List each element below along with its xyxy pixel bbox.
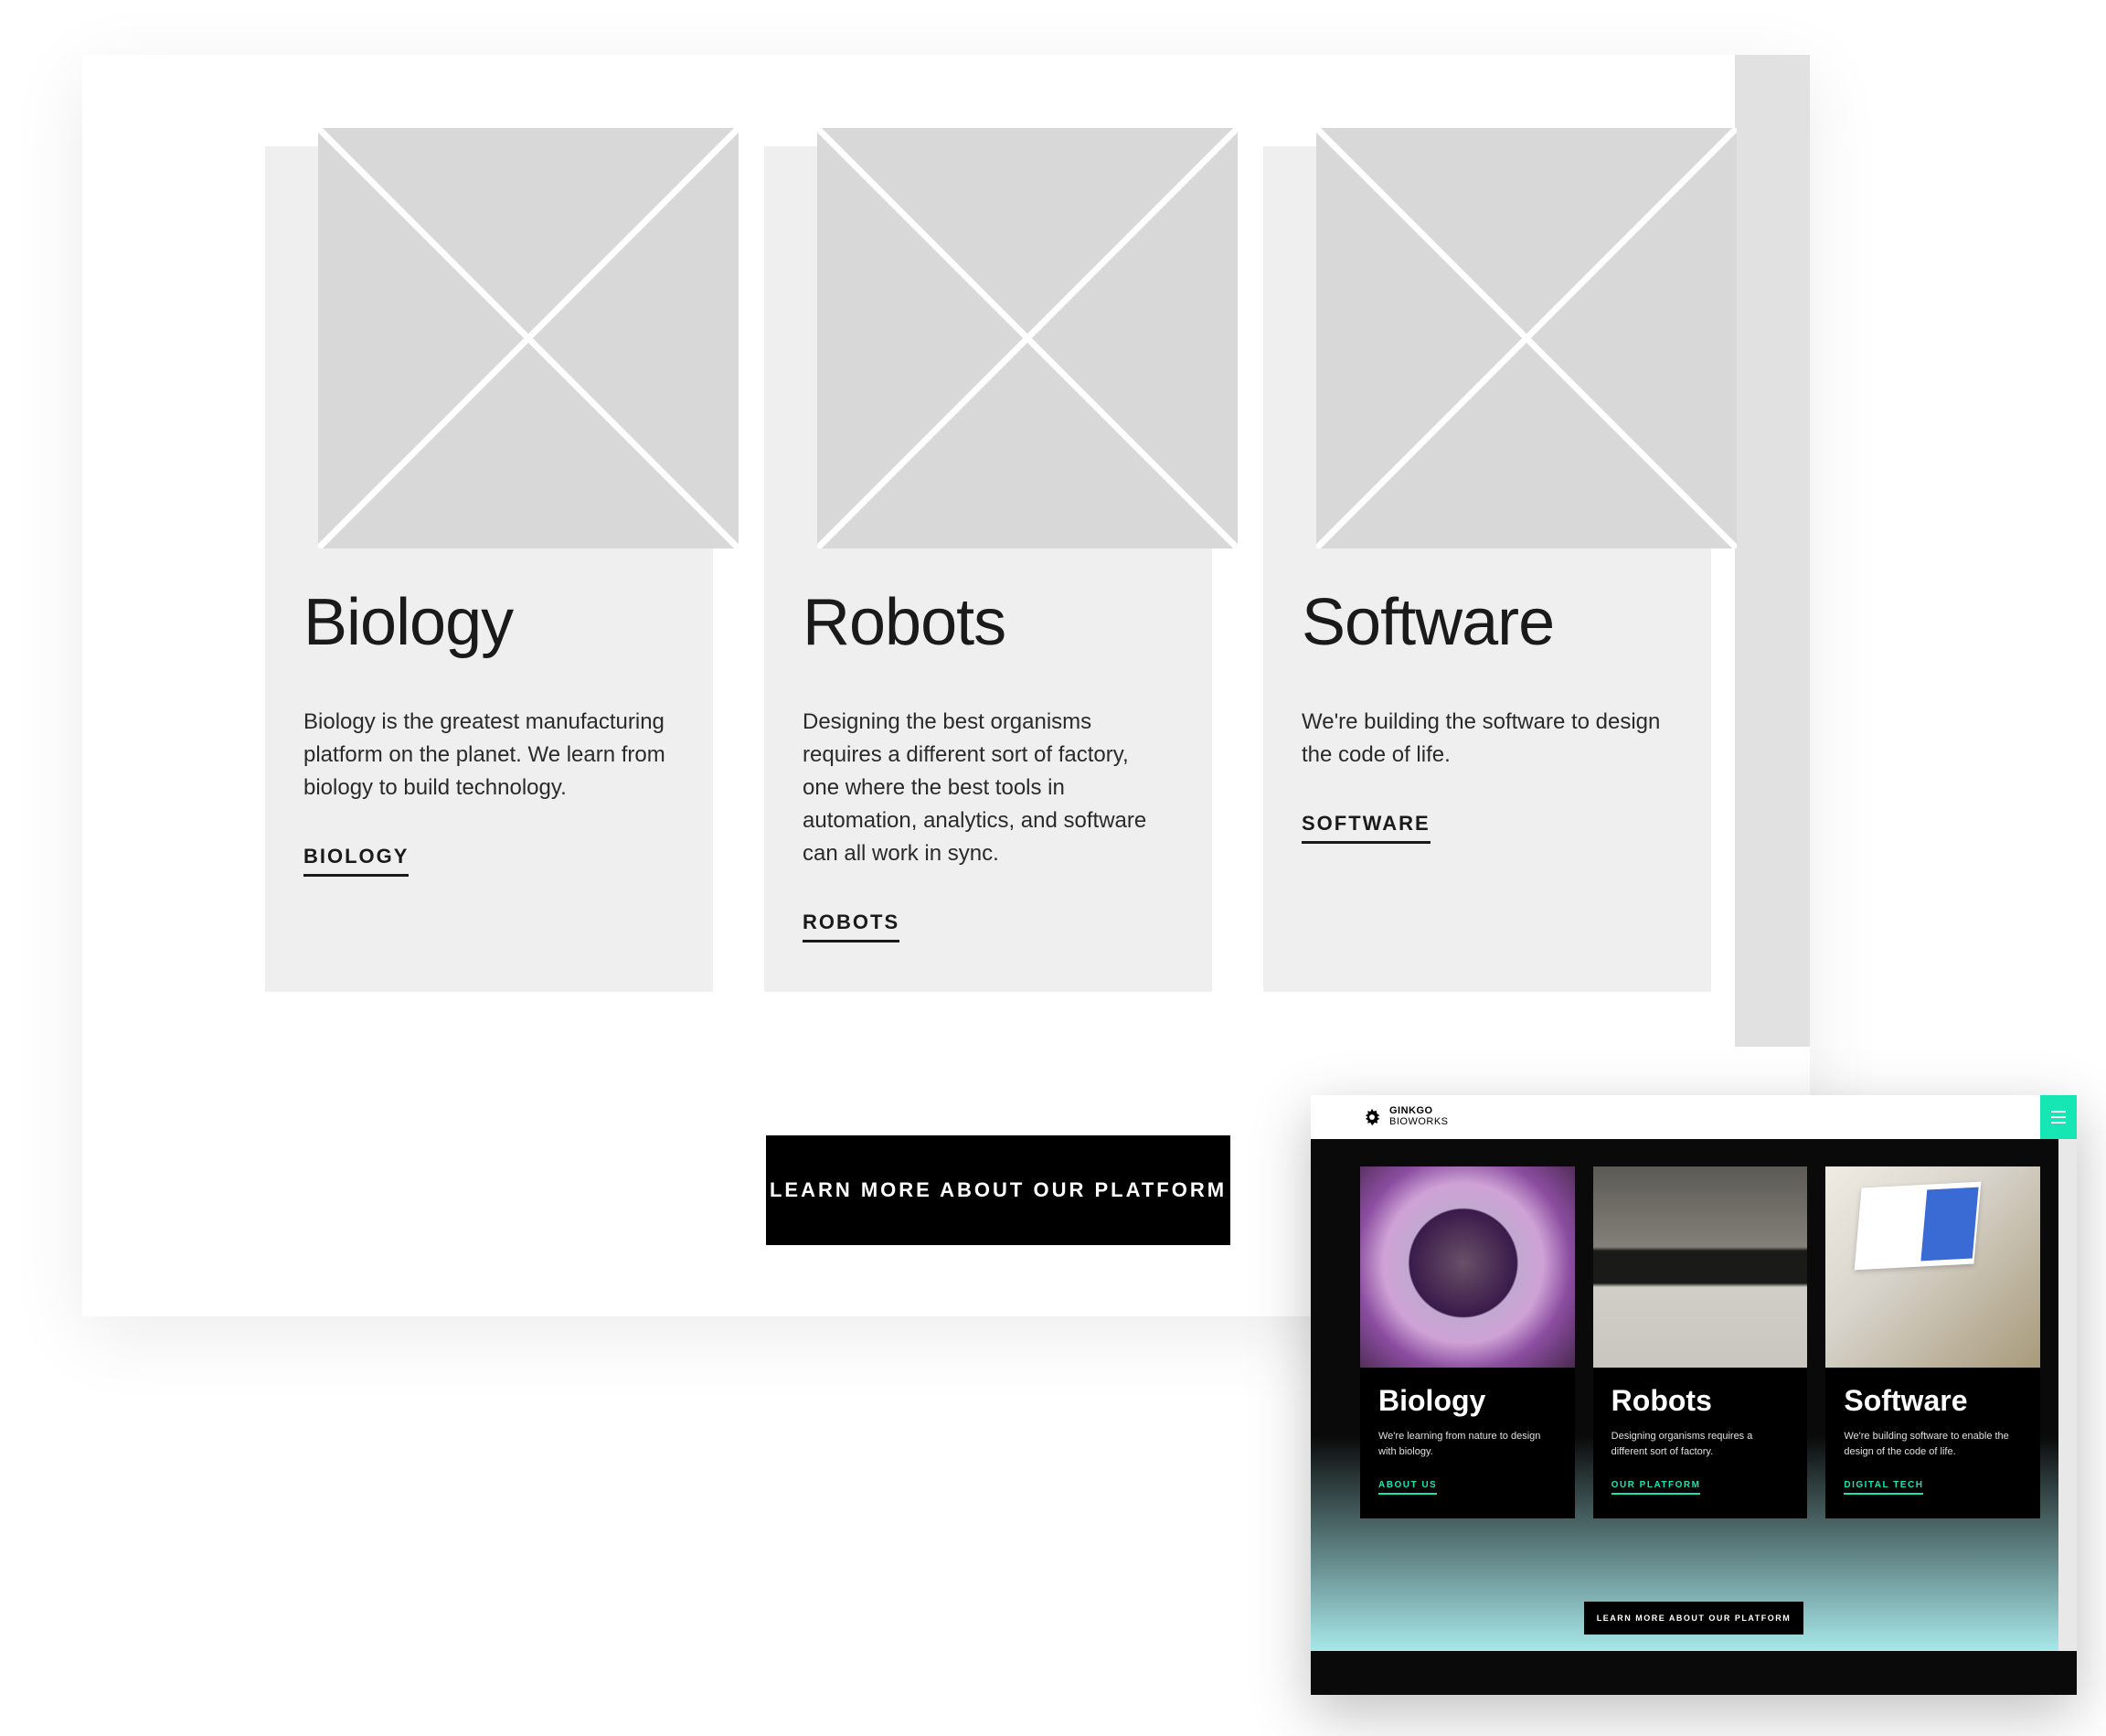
card-description: We're learning from nature to design wit… (1378, 1429, 1557, 1459)
brand-line1: GINKGO (1389, 1105, 1433, 1116)
image-placeholder (817, 128, 1238, 548)
preview-image-biology (1360, 1166, 1575, 1368)
preview-image-robots (1593, 1166, 1808, 1368)
preview-cards-row: Biology We're learning from nature to de… (1360, 1166, 2040, 1518)
link-about-us[interactable]: ABOUT US (1378, 1480, 1437, 1495)
card-link-software[interactable]: SOFTWARE (1302, 812, 1431, 844)
preview-header: GINKGO BIOWORKS (1311, 1095, 2077, 1139)
wireframe-sidebar-placeholder (1735, 55, 1810, 1047)
wireframe-cards-row: Biology Biology is the greatest manufact… (265, 146, 1711, 992)
wireframe-card-software: Software We're building the software to … (1263, 146, 1711, 992)
card-description: We're building software to enable the de… (1844, 1429, 2022, 1459)
preview-sidebar (2058, 1139, 2077, 1651)
hamburger-icon (2051, 1111, 2066, 1113)
image-placeholder (1316, 128, 1737, 548)
card-link-biology[interactable]: BIOLOGY (303, 845, 409, 877)
preview-cta-button[interactable]: LEARN MORE ABOUT OUR PLATFORM (1584, 1602, 1803, 1635)
card-description: Biology is the greatest manufacturing pl… (303, 706, 669, 804)
hamburger-menu-button[interactable] (2040, 1095, 2077, 1139)
brand-line2: BIOWORKS (1389, 1117, 1449, 1128)
card-title: Software (1302, 585, 1673, 660)
preview-card-robots: Robots Designing organisms requires a di… (1593, 1166, 1808, 1518)
link-our-platform[interactable]: OUR PLATFORM (1611, 1480, 1701, 1495)
preview-card-biology: Biology We're learning from nature to de… (1360, 1166, 1575, 1518)
wireframe-card-robots: Robots Designing the best organisms requ… (764, 146, 1212, 992)
card-link-robots[interactable]: ROBOTS (803, 911, 899, 943)
brand-name: GINKGO BIOWORKS (1389, 1106, 1449, 1127)
preview-image-software (1825, 1166, 2040, 1368)
preview-card-software: Software We're building software to enab… (1825, 1166, 2040, 1518)
brand-logo[interactable]: GINKGO BIOWORKS (1362, 1106, 1449, 1127)
image-placeholder (318, 128, 739, 548)
card-title: Robots (1611, 1384, 1790, 1418)
link-digital-tech[interactable]: DIGITAL TECH (1844, 1480, 1923, 1495)
card-title: Robots (803, 585, 1174, 660)
card-title: Software (1844, 1384, 2022, 1418)
card-description: We're building the software to design th… (1302, 706, 1667, 772)
card-description: Designing the best organisms requires a … (803, 706, 1168, 870)
cta-learn-more-button[interactable]: LEARN MORE ABOUT OUR PLATFORM (766, 1135, 1230, 1245)
gear-icon (1362, 1107, 1382, 1127)
card-description: Designing organisms requires a different… (1611, 1429, 1790, 1459)
card-title: Biology (1378, 1384, 1557, 1418)
wireframe-card-biology: Biology Biology is the greatest manufact… (265, 146, 713, 992)
preview-mockup: GINKGO BIOWORKS Biology We're learning f… (1311, 1095, 2077, 1695)
card-title: Biology (303, 585, 675, 660)
